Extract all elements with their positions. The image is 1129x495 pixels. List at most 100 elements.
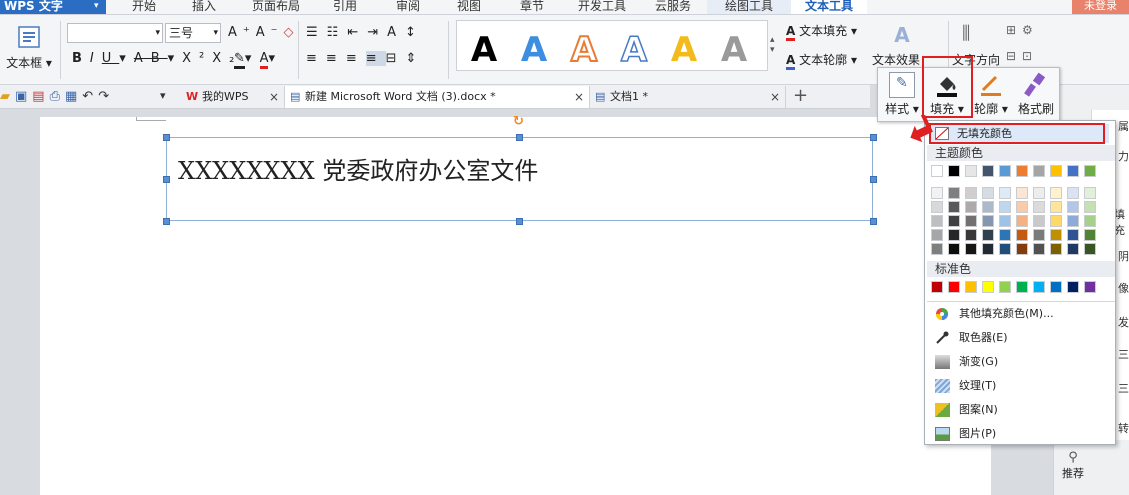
close-icon[interactable]: × bbox=[574, 86, 584, 108]
style-button[interactable]: ✎ 样式 ▾ bbox=[882, 70, 922, 120]
justify-icon[interactable]: ≡ bbox=[365, 51, 386, 66]
color-swatch[interactable] bbox=[1084, 281, 1096, 293]
redo-icon[interactable]: ↷ bbox=[98, 89, 114, 104]
font-size-select[interactable]: 三号 ▾ bbox=[165, 23, 221, 43]
color-swatch[interactable] bbox=[965, 187, 977, 199]
text-outline-button[interactable]: A 文本轮廓 ▾ bbox=[786, 51, 857, 70]
resize-handle[interactable] bbox=[870, 176, 877, 183]
underline-icon[interactable]: U bbox=[102, 51, 120, 66]
color-swatch[interactable] bbox=[982, 201, 994, 213]
color-swatch[interactable] bbox=[982, 187, 994, 199]
color-swatch[interactable] bbox=[1033, 215, 1045, 227]
tab-text-tools[interactable]: 文本工具 bbox=[791, 0, 867, 14]
tab-my-wps[interactable]: W 我的WPS × bbox=[182, 86, 285, 108]
format-painter-button[interactable]: 格式刷 bbox=[1014, 70, 1058, 120]
color-swatch[interactable] bbox=[948, 243, 960, 255]
color-swatch[interactable] bbox=[1033, 243, 1045, 255]
color-swatch[interactable] bbox=[1067, 187, 1079, 199]
color-swatch[interactable] bbox=[1067, 201, 1079, 213]
arrange-icons[interactable]: ⊞⚙ bbox=[1006, 23, 1039, 37]
color-swatch[interactable] bbox=[999, 187, 1011, 199]
resize-handle[interactable] bbox=[870, 218, 877, 225]
wordart-orange-outline[interactable]: A bbox=[563, 29, 605, 71]
color-swatch[interactable] bbox=[1084, 165, 1096, 177]
color-swatch[interactable] bbox=[948, 215, 960, 227]
color-swatch[interactable] bbox=[1067, 281, 1079, 293]
close-icon[interactable]: × bbox=[770, 86, 780, 108]
grow-shrink-font[interactable]: A⁺A⁻◇ bbox=[228, 25, 300, 40]
outline-button[interactable]: 轮廓 ▾ bbox=[970, 70, 1012, 120]
font-color-icon[interactable]: A bbox=[259, 51, 269, 69]
color-swatch[interactable] bbox=[1050, 243, 1062, 255]
color-swatch[interactable] bbox=[1016, 187, 1028, 199]
align-center-icon[interactable]: ≡ bbox=[326, 51, 346, 66]
color-swatch[interactable] bbox=[948, 201, 960, 213]
texture-item[interactable]: 纹理(T) bbox=[929, 375, 1113, 397]
tab-cloud[interactable]: 云服务 bbox=[646, 0, 700, 14]
color-swatch[interactable] bbox=[1033, 229, 1045, 241]
color-swatch[interactable] bbox=[931, 215, 943, 227]
color-swatch[interactable] bbox=[1033, 281, 1045, 293]
textbox-content[interactable]: XXXXXXXX 党委政府办公室文件 bbox=[178, 151, 538, 186]
color-swatch[interactable] bbox=[1084, 229, 1096, 241]
color-swatch[interactable] bbox=[931, 229, 943, 241]
tab-developer[interactable]: 开发工具 bbox=[569, 0, 635, 14]
color-swatch[interactable] bbox=[948, 165, 960, 177]
app-menu-button[interactable]: WPS 文字 ▾ bbox=[0, 0, 106, 14]
color-swatch[interactable] bbox=[1084, 243, 1096, 255]
align-right-icon[interactable]: ≡ bbox=[346, 51, 366, 66]
align-left-icon[interactable]: ≡ bbox=[306, 51, 326, 66]
color-swatch[interactable] bbox=[1016, 243, 1028, 255]
pattern-item[interactable]: 图案(N) bbox=[929, 399, 1113, 421]
gradient-item[interactable]: 渐变(G) bbox=[929, 351, 1113, 373]
color-swatch[interactable] bbox=[931, 187, 943, 199]
color-swatch[interactable] bbox=[1016, 215, 1028, 227]
chinese-layout-icon[interactable]: A↕ bbox=[387, 25, 425, 40]
strikethrough-icon[interactable]: AB bbox=[134, 51, 168, 66]
text-fill-button[interactable]: A 文本填充 ▾ bbox=[786, 22, 857, 41]
color-swatch[interactable] bbox=[982, 243, 994, 255]
color-swatch[interactable] bbox=[982, 229, 994, 241]
color-swatch[interactable] bbox=[1067, 229, 1079, 241]
color-swatch[interactable] bbox=[1033, 187, 1045, 199]
eyedropper-item[interactable]: 取色器(E) bbox=[929, 327, 1113, 349]
picture-item[interactable]: 图片(P) bbox=[929, 423, 1113, 445]
color-swatch[interactable] bbox=[1016, 281, 1028, 293]
color-swatch[interactable] bbox=[1067, 165, 1079, 177]
color-swatch[interactable] bbox=[999, 201, 1011, 213]
highlight-icon[interactable]: ✎ bbox=[234, 51, 245, 69]
more-fill-colors-item[interactable]: 其他填充颜色(M)... bbox=[929, 303, 1113, 325]
recommend-button[interactable]: ⚲ 推荐 bbox=[1058, 450, 1088, 481]
line-spacing-icon[interactable]: ⇕ bbox=[406, 51, 426, 66]
tab-insert[interactable]: 插入 bbox=[180, 0, 228, 14]
italic-icon[interactable]: I bbox=[90, 51, 102, 66]
color-swatch[interactable] bbox=[965, 165, 977, 177]
resize-handle[interactable] bbox=[163, 218, 170, 225]
color-swatch[interactable] bbox=[931, 281, 943, 293]
resize-handle[interactable] bbox=[516, 134, 523, 141]
resize-handle[interactable] bbox=[870, 134, 877, 141]
color-swatch[interactable] bbox=[999, 229, 1011, 241]
indent-decrease-icon[interactable]: ⇤ bbox=[347, 25, 367, 40]
color-swatch[interactable] bbox=[1033, 165, 1045, 177]
color-swatch[interactable] bbox=[999, 243, 1011, 255]
print-preview-icon[interactable]: ▦ bbox=[65, 89, 82, 104]
color-swatch[interactable] bbox=[931, 243, 943, 255]
tab-page-layout[interactable]: 页面布局 bbox=[243, 0, 309, 14]
tab-view[interactable]: 视图 bbox=[445, 0, 493, 14]
indent-increase-icon[interactable]: ⇥ bbox=[367, 25, 387, 40]
wordart-gray[interactable]: A bbox=[713, 29, 755, 71]
color-swatch[interactable] bbox=[982, 215, 994, 227]
font-name-select[interactable]: ▾ bbox=[67, 23, 163, 43]
tab-home[interactable]: 开始 bbox=[120, 0, 168, 14]
grow-font-icon[interactable]: A⁺ bbox=[228, 25, 256, 40]
color-swatch[interactable] bbox=[965, 243, 977, 255]
tab-drawing-tools[interactable]: 绘图工具 bbox=[707, 0, 791, 14]
wordart-black[interactable]: A bbox=[463, 29, 505, 71]
text-direction-icon[interactable]: ⫼ bbox=[962, 23, 970, 44]
color-swatch[interactable] bbox=[1050, 229, 1062, 241]
numbered-list-icon[interactable]: ☷ bbox=[327, 25, 348, 40]
rotate-handle-icon[interactable]: ↻ bbox=[513, 114, 524, 129]
color-swatch[interactable] bbox=[1016, 201, 1028, 213]
color-swatch[interactable] bbox=[1067, 243, 1079, 255]
